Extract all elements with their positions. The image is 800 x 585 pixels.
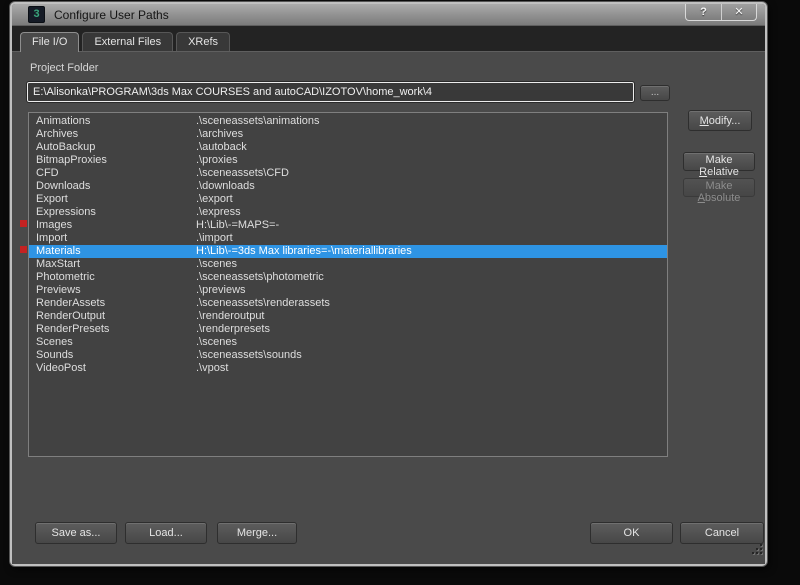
path-row[interactable]: RenderPresets .\renderpresets: [29, 323, 667, 336]
ok-button[interactable]: OK: [590, 522, 673, 544]
project-folder-input[interactable]: [26, 81, 635, 103]
merge-button[interactable]: Merge...: [217, 522, 297, 544]
modify-button[interactable]: Modify...: [688, 110, 752, 131]
path-row[interactable]: Expressions .\express: [29, 206, 667, 219]
path-value: .\previews: [196, 284, 246, 296]
path-name: AutoBackup: [36, 141, 96, 153]
path-row[interactable]: Previews .\previews: [29, 284, 667, 297]
path-value: .\sceneassets\photometric: [196, 271, 324, 283]
path-name: Archives: [36, 128, 79, 140]
tab-xrefs[interactable]: XRefs: [176, 32, 231, 51]
path-name: Import: [36, 232, 68, 244]
configure-user-paths-dialog: 3 Configure User Paths ? ✕ File I/O Exte…: [10, 2, 767, 566]
cancel-button[interactable]: Cancel: [680, 522, 764, 544]
path-value: .\sceneassets\sounds: [196, 349, 302, 361]
path-row[interactable]: Archives .\archives: [29, 128, 667, 141]
close-icon[interactable]: ✕: [721, 4, 756, 20]
path-name: MaxStart: [36, 258, 81, 270]
path-row[interactable]: BitmapProxies .\proxies: [29, 154, 667, 167]
titlebar[interactable]: 3 Configure User Paths ? ✕: [12, 4, 765, 26]
help-icon[interactable]: ?: [686, 4, 721, 20]
path-value: .\scenes: [196, 258, 237, 270]
path-value: .\vpost: [196, 362, 229, 374]
modified-path-flag-icon: [20, 246, 27, 253]
path-name: Animations: [36, 115, 91, 127]
window-title: Configure User Paths: [54, 7, 169, 22]
path-name: Scenes: [36, 336, 73, 348]
load-button[interactable]: Load...: [125, 522, 207, 544]
path-name: RenderAssets: [36, 297, 106, 309]
path-value: H:\Lib\-=3ds Max libraries=-\materiallib…: [196, 245, 412, 257]
path-name: Downloads: [36, 180, 91, 192]
project-folder-label: Project Folder: [30, 62, 99, 74]
modified-path-flag-icon: [20, 220, 27, 227]
path-value: .\sceneassets\CFD: [196, 167, 289, 179]
path-value: .\downloads: [196, 180, 255, 192]
path-row[interactable]: RenderAssets .\sceneassets\renderassets: [29, 297, 667, 310]
path-row[interactable]: MaxStart .\scenes: [29, 258, 667, 271]
path-row[interactable]: Photometric .\sceneassets\photometric: [29, 271, 667, 284]
caption-buttons: ? ✕: [685, 4, 757, 21]
path-value: .\export: [196, 193, 233, 205]
tab-external-files[interactable]: External Files: [82, 32, 174, 51]
path-name: Materials: [36, 245, 81, 257]
desktop-background: 3 Configure User Paths ? ✕ File I/O Exte…: [0, 0, 800, 585]
path-value: .\sceneassets\renderassets: [196, 297, 330, 309]
path-row[interactable]: Animations .\sceneassets\animations: [29, 115, 667, 128]
path-row[interactable]: Export .\export: [29, 193, 667, 206]
path-row[interactable]: Images H:\Lib\-=MAPS=-: [29, 219, 667, 232]
path-name: Previews: [36, 284, 81, 296]
path-row[interactable]: Materials H:\Lib\-=3ds Max libraries=-\m…: [29, 245, 667, 258]
save-as-button[interactable]: Save as...: [35, 522, 117, 544]
path-name: BitmapProxies: [36, 154, 107, 166]
resize-grip[interactable]: [752, 544, 764, 556]
path-name: Photometric: [36, 271, 95, 283]
path-value: H:\Lib\-=MAPS=-: [196, 219, 280, 231]
3ds-max-icon: 3: [28, 6, 45, 23]
path-value: .\autoback: [196, 141, 247, 153]
tab-bar: File I/O External Files XRefs: [12, 26, 765, 52]
path-value: .\express: [196, 206, 241, 218]
path-name: VideoPost: [36, 362, 86, 374]
path-name: RenderPresets: [36, 323, 110, 335]
path-name: CFD: [36, 167, 59, 179]
path-name: RenderOutput: [36, 310, 106, 322]
path-row[interactable]: CFD .\sceneassets\CFD: [29, 167, 667, 180]
path-row[interactable]: AutoBackup .\autoback: [29, 141, 667, 154]
user-paths-list[interactable]: Animations .\sceneassets\animations Arch…: [28, 112, 668, 457]
path-value: .\renderpresets: [196, 323, 270, 335]
path-row[interactable]: Import .\import: [29, 232, 667, 245]
path-row[interactable]: VideoPost .\vpost: [29, 362, 667, 375]
path-value: .\proxies: [196, 154, 238, 166]
make-relative-button[interactable]: Make Relative: [683, 152, 755, 178]
path-row[interactable]: Scenes .\scenes: [29, 336, 667, 349]
browse-button[interactable]: ...: [640, 85, 670, 101]
path-row[interactable]: RenderOutput .\renderoutput: [29, 310, 667, 323]
path-name: Sounds: [36, 349, 74, 361]
path-value: .\sceneassets\animations: [196, 115, 320, 127]
make-absolute-button: Make Absolute: [683, 178, 755, 204]
file-io-panel: Project Folder ... Animations .\sceneass…: [12, 52, 765, 564]
path-value: .\archives: [196, 128, 244, 140]
path-name: Export: [36, 193, 68, 205]
path-row[interactable]: Downloads .\downloads: [29, 180, 667, 193]
path-value: .\renderoutput: [196, 310, 265, 322]
tab-file-io[interactable]: File I/O: [20, 32, 80, 52]
path-value: .\import: [196, 232, 233, 244]
path-name: Expressions: [36, 206, 96, 218]
path-row[interactable]: Sounds .\sceneassets\sounds: [29, 349, 667, 362]
path-name: Images: [36, 219, 73, 231]
path-value: .\scenes: [196, 336, 237, 348]
